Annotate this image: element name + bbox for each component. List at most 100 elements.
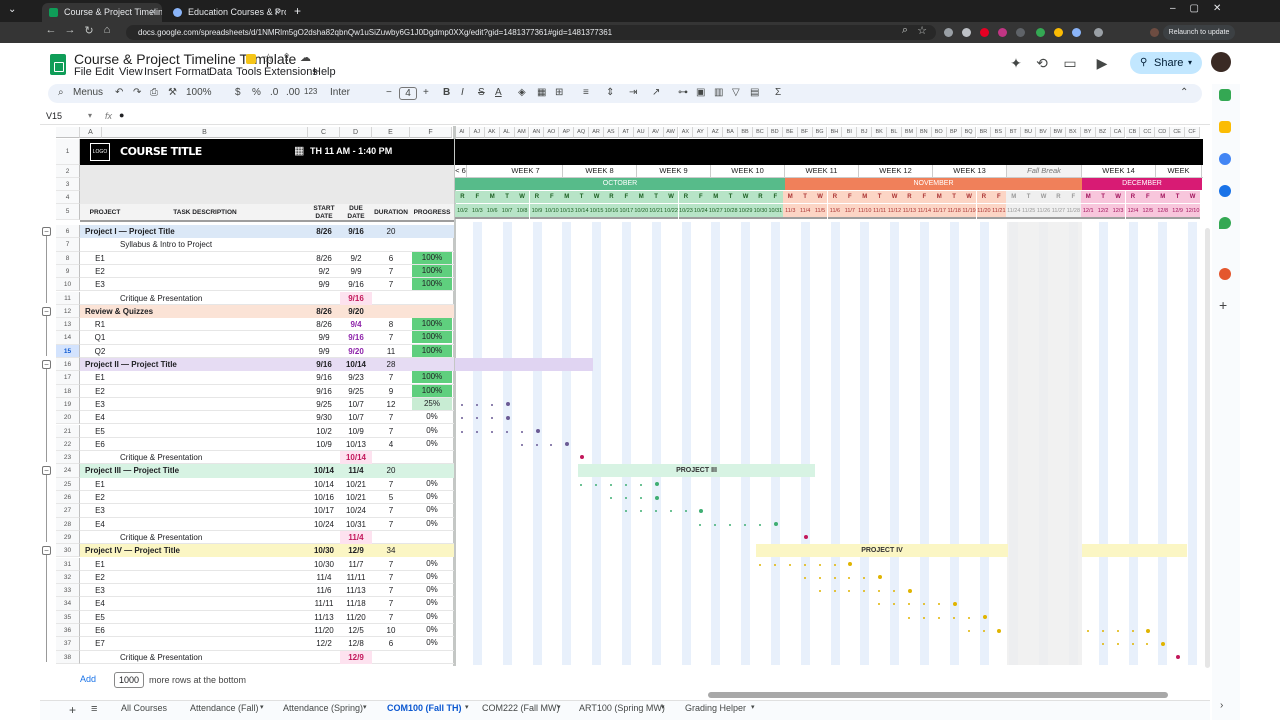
progress-cell[interactable]: 100% <box>412 264 452 277</box>
rows-count-input[interactable]: 1000 <box>114 672 144 688</box>
due-date[interactable]: 9/16 <box>340 278 372 291</box>
row-number[interactable]: 19 <box>56 397 80 412</box>
extension-icon[interactable] <box>1054 28 1063 37</box>
start-date[interactable]: 8/26 <box>308 305 340 318</box>
start-date[interactable]: 10/2 <box>308 425 340 438</box>
task-id[interactable]: E1 <box>81 252 119 265</box>
timeline-column-header[interactable]: BZ <box>1095 127 1111 138</box>
row-number[interactable]: 36 <box>56 624 80 638</box>
progress-cell[interactable]: 0% <box>412 610 452 623</box>
start-date[interactable]: 10/9 <box>308 438 340 451</box>
due-date[interactable]: 11/20 <box>340 611 372 624</box>
fill-color-icon[interactable]: ◈ <box>518 87 526 98</box>
task-id[interactable]: E4 <box>81 518 119 531</box>
start-date[interactable]: 11/11 <box>308 597 340 610</box>
sheet-tab[interactable]: ART100 (Spring MW) <box>579 703 665 713</box>
progress-cell[interactable]: 0% <box>412 584 452 597</box>
timeline-column-header[interactable]: BI <box>842 127 858 138</box>
due-date[interactable]: 11/4 <box>340 464 372 477</box>
start-date[interactable]: 11/6 <box>308 584 340 597</box>
due-date[interactable]: 10/14 <box>340 358 372 371</box>
timeline-column-header[interactable]: BP <box>946 127 962 138</box>
increase-decimal[interactable]: .00 <box>286 87 300 98</box>
timeline-column-header[interactable]: AL <box>499 127 515 138</box>
row-number[interactable]: 12 <box>56 304 80 319</box>
name-box[interactable]: V15 <box>46 111 62 121</box>
duration[interactable]: 7 <box>372 558 410 571</box>
progress-cell[interactable]: 100% <box>412 384 452 397</box>
progress-cell[interactable]: 0% <box>412 624 452 636</box>
start-date[interactable]: 9/9 <box>308 331 340 344</box>
horizontal-align-icon[interactable]: ≡ <box>583 87 589 98</box>
insert-chart-icon[interactable]: ▥ <box>714 87 723 98</box>
progress-cell[interactable]: 0% <box>412 477 452 490</box>
calendar-icon[interactable] <box>1219 89 1231 101</box>
timeline-column-header[interactable]: AN <box>529 127 545 138</box>
start-date[interactable]: 11/4 <box>308 571 340 584</box>
duration[interactable]: 7 <box>372 478 410 491</box>
sheet-tab[interactable]: All Courses <box>121 703 167 713</box>
progress-cell[interactable]: 0% <box>412 504 452 517</box>
project-name[interactable]: Project III — Project Title <box>85 464 305 477</box>
start-date[interactable]: 10/14 <box>308 478 340 491</box>
chevron-down-icon[interactable]: ▾ <box>1188 52 1192 74</box>
timeline-column-header[interactable]: BN <box>916 127 932 138</box>
project-name[interactable]: Review & Quizzes <box>85 305 305 318</box>
decrease-decimal[interactable]: .0 <box>270 87 278 98</box>
menus-search[interactable]: Menus <box>73 87 103 98</box>
due-date[interactable]: 9/20 <box>340 345 372 358</box>
bookmark-star-icon[interactable]: ☆ <box>915 24 929 37</box>
insert-link-icon[interactable]: ⊶ <box>678 87 688 98</box>
timeline-column-header[interactable]: AP <box>559 127 575 138</box>
browser-tab-active[interactable]: Course & Project Timeline Templat × <box>42 3 162 22</box>
row-number[interactable]: 1 <box>56 139 80 165</box>
timeline-column-header[interactable]: BR <box>976 127 992 138</box>
timeline-column-header[interactable]: AI <box>455 127 470 138</box>
font-select[interactable]: Inter <box>330 87 350 98</box>
print-icon[interactable]: ⎙ <box>150 87 158 98</box>
progress-cell[interactable]: 100% <box>412 344 452 357</box>
maps-icon[interactable] <box>1219 217 1231 229</box>
contacts-icon[interactable] <box>1219 185 1231 197</box>
vertical-scrollbar[interactable] <box>1205 228 1210 668</box>
duration[interactable]: 28 <box>372 358 410 371</box>
task-id[interactable]: E5 <box>81 425 119 438</box>
task-id[interactable]: E3 <box>81 398 119 411</box>
collapse-group-icon[interactable]: − <box>42 466 51 476</box>
timeline-column-header[interactable]: BB <box>738 127 753 138</box>
sheet-tab[interactable]: Grading Helper <box>685 703 746 713</box>
timeline-column-header[interactable]: BL <box>887 127 902 138</box>
start-date[interactable]: 10/14 <box>308 464 340 477</box>
task-id[interactable]: E2 <box>81 571 119 584</box>
timeline-column-header[interactable]: BJ <box>857 127 873 138</box>
borders-icon[interactable]: ▦ <box>537 87 546 98</box>
start-date[interactable]: 10/30 <box>308 558 340 571</box>
start-date[interactable]: 10/17 <box>308 504 340 517</box>
share-button[interactable]: ⚲ Share ▾ <box>1130 52 1202 74</box>
italic-icon[interactable]: I <box>461 87 464 98</box>
timeline-column-header[interactable]: BX <box>1065 127 1081 138</box>
duration[interactable]: 7 <box>372 425 410 438</box>
text-wrapping-icon[interactable]: ⇥ <box>629 87 637 98</box>
timeline-column-header[interactable]: BD <box>767 127 783 138</box>
start-date[interactable]: 9/9 <box>308 278 340 291</box>
extension-icon[interactable] <box>1072 28 1081 37</box>
duration[interactable]: 7 <box>372 411 410 424</box>
due-date[interactable]: 9/9 <box>340 265 372 278</box>
duration[interactable]: 7 <box>372 331 410 344</box>
paint-format-icon[interactable]: ⚒ <box>168 87 177 98</box>
due-date[interactable]: 10/31 <box>340 518 372 531</box>
progress-cell[interactable]: 0% <box>412 570 452 583</box>
collapse-group-icon[interactable]: − <box>42 227 51 236</box>
extension-icon[interactable] <box>1016 28 1025 37</box>
column-header[interactable]: F <box>410 127 452 138</box>
task-id[interactable]: E1 <box>81 558 119 571</box>
task-id[interactable]: E5 <box>81 611 119 624</box>
functions-icon[interactable]: Σ <box>775 87 781 98</box>
undo-icon[interactable]: ↶ <box>115 87 123 98</box>
row-number[interactable]: 4 <box>56 191 80 204</box>
due-date[interactable]: 9/16 <box>340 331 372 344</box>
start-date[interactable]: 8/26 <box>308 252 340 265</box>
duration[interactable]: 6 <box>372 637 410 650</box>
expand-panel-icon[interactable]: › <box>1220 700 1223 711</box>
